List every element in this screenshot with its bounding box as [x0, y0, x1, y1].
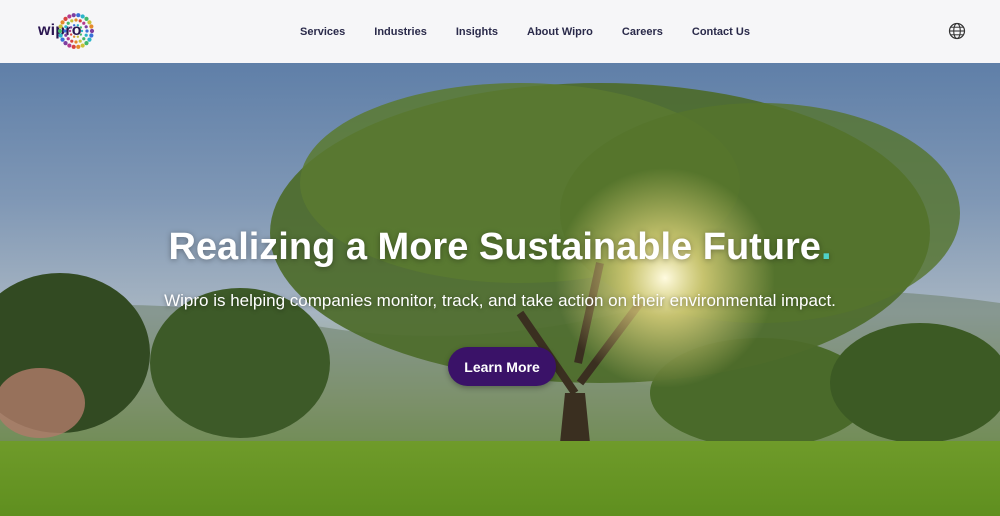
- globe-icon[interactable]: [948, 22, 966, 40]
- logo-dot: [67, 14, 72, 19]
- hero-subtitle: Wipro is helping companies monitor, trac…: [164, 291, 836, 310]
- logo-dot: [74, 40, 78, 44]
- hero-title: Realizing a More Sustainable Future.: [0, 226, 1000, 269]
- logo-dot: [74, 18, 78, 22]
- logo-dot: [84, 33, 88, 37]
- logo-dot: [67, 43, 72, 48]
- logo-dot: [70, 19, 74, 23]
- hero-banner: Realizing a More Sustainable Future. Wip…: [0, 63, 1000, 516]
- nav-contact-us[interactable]: Contact Us: [692, 26, 750, 38]
- logo-dot: [66, 21, 70, 25]
- logo-dot: [78, 39, 82, 43]
- logo-dot: [89, 24, 94, 29]
- logo-dot: [84, 40, 89, 46]
- logo-dot: [71, 13, 76, 18]
- logo-dot: [72, 35, 76, 38]
- nav-insights[interactable]: Insights: [456, 26, 498, 38]
- logo-dot: [89, 33, 94, 38]
- nav-careers[interactable]: Careers: [622, 26, 663, 38]
- logo-dot: [60, 37, 65, 42]
- logo-dot: [79, 33, 83, 36]
- logo-dot: [85, 29, 89, 33]
- wipro-logo[interactable]: wipro: [36, 8, 98, 54]
- logo-dot: [80, 14, 85, 19]
- logo-dot: [76, 13, 81, 18]
- logo-dot: [72, 24, 76, 27]
- logo-dot: [82, 21, 86, 25]
- logo-dot: [79, 26, 83, 29]
- nav-industries[interactable]: Industries: [374, 26, 427, 38]
- logo-dot: [64, 33, 68, 37]
- logo-dot: [63, 40, 68, 46]
- hero-title-text: Realizing a More Sustainable Future: [168, 226, 821, 268]
- logo-dot: [60, 20, 65, 25]
- main-nav: Services Industries Insights About Wipro…: [300, 0, 779, 63]
- logo-dot: [58, 24, 63, 29]
- logo-dot: [89, 28, 95, 34]
- logo-dot: [69, 33, 73, 36]
- logo-dot: [71, 44, 76, 49]
- logo-dot: [76, 24, 80, 27]
- logo-dot: [58, 33, 63, 38]
- nav-services[interactable]: Services: [300, 26, 345, 38]
- logo-dot: [68, 29, 72, 33]
- logo-dot: [64, 25, 68, 29]
- logo-dot: [84, 16, 89, 22]
- logo-dot: [87, 20, 92, 25]
- logo-dot: [66, 37, 70, 41]
- logo-dot: [70, 39, 74, 43]
- logo-dots-icon: [57, 13, 95, 49]
- logo-dot: [63, 29, 67, 33]
- logo-dot: [84, 25, 88, 29]
- hero-title-accent-dot: .: [820, 226, 832, 268]
- learn-more-button[interactable]: Learn More: [448, 347, 556, 386]
- logo-dot: [76, 35, 80, 38]
- site-header: wipro Services Industries Insights About…: [0, 0, 1000, 63]
- logo-dot: [69, 26, 73, 29]
- logo-dot: [82, 37, 86, 41]
- logo-dot: [57, 28, 63, 34]
- logo-dot: [63, 16, 68, 22]
- logo-dot: [80, 43, 85, 48]
- logo-dot: [80, 29, 84, 33]
- nav-about-wipro[interactable]: About Wipro: [527, 26, 593, 38]
- logo-dot: [87, 37, 92, 42]
- tree-landscape-image: [0, 83, 1000, 516]
- logo-dot: [76, 44, 81, 49]
- logo-dot: [78, 19, 82, 23]
